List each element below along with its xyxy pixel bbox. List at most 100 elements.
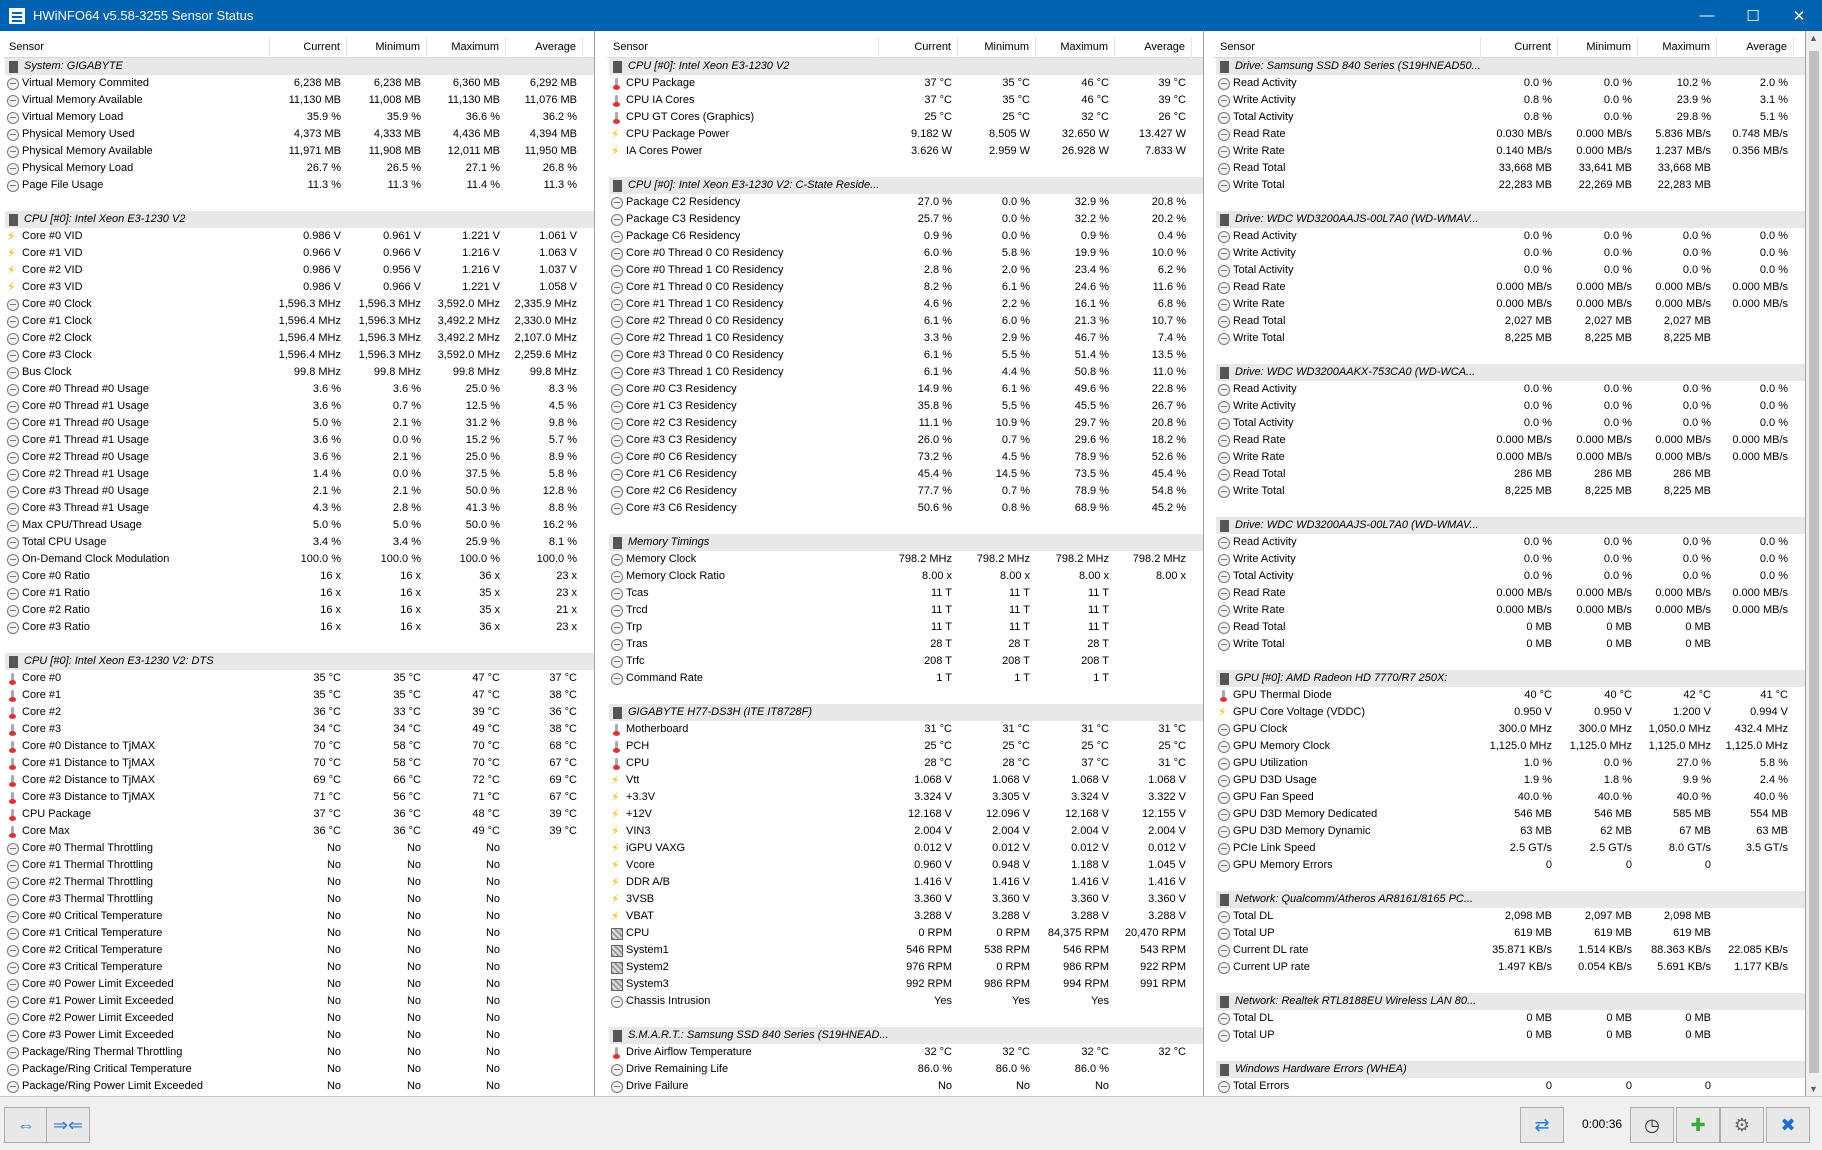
sensor-row[interactable]: GPU Clock 300.0 MHz 300.0 MHz 1,050.0 MHz 43… (1214, 721, 1805, 738)
sensor-row[interactable]: Tras 28 T 28 T 28 T (607, 636, 1203, 653)
sensor-row[interactable]: Core #2 Clock 1,596.4 MHz 1,596.3 MHz 3,492… (3, 330, 594, 347)
sensor-row[interactable]: Core #1 Critical Temperature No No No (3, 925, 594, 942)
sensor-row[interactable]: Core #2 Thermal Throttling No No No (3, 874, 594, 891)
sensor-row[interactable]: Core #2 36 °C 33 °C 39 °C 36 °C (3, 704, 594, 721)
sensor-row[interactable]: Core #2 Power Limit Exceeded No No No (3, 1010, 594, 1027)
sensor-row[interactable]: Core #0 Power Limit Exceeded No No No (3, 976, 594, 993)
sensor-group-header[interactable]: Memory Timings (609, 534, 1203, 551)
sensor-row[interactable]: Write Activity 0.0 % 0.0 % 0.0 % 0.0 % (1214, 398, 1805, 415)
sensor-row[interactable]: Write Activity 0.0 % 0.0 % 0.0 % 0.0 % (1214, 245, 1805, 262)
sensor-row[interactable]: Package/Ring Thermal Throttling No No No (3, 1044, 594, 1061)
sensor-row[interactable]: Write Rate 0.000 MB/s 0.000 MB/s 0.000 MB/s… (1214, 602, 1805, 619)
sensor-row[interactable]: GPU Memory Clock 1,125.0 MHz 1,125.0 MHz 1,… (1214, 738, 1805, 755)
sensor-row[interactable]: Read Total 2,027 MB 2,027 MB 2,027 MB (1214, 313, 1805, 330)
sensor-row[interactable]: Chassis Intrusion Yes Yes Yes (607, 993, 1203, 1010)
sensor-row[interactable]: Read Rate 0.030 MB/s 0.000 MB/s 5.836 MB/s 0… (1214, 126, 1805, 143)
sensor-row[interactable]: GPU Utilization 1.0 % 0.0 % 27.0 % 5.8 % (1214, 755, 1805, 772)
sensor-group-header[interactable]: Drive: WDC WD3200AAKX-753CA0 (WD-WCA... (1216, 364, 1805, 381)
sensor-row[interactable]: Trfc 208 T 208 T 208 T (607, 653, 1203, 670)
sensor-row[interactable]: Write Rate 0.000 MB/s 0.000 MB/s 0.000 MB/s… (1214, 296, 1805, 313)
sensor-row[interactable]: System3 992 RPM 986 RPM 994 RPM 991 RPM (607, 976, 1203, 993)
sensor-row[interactable]: Core #0 Thread 0 C0 Residency 6.0 % 5.8 % 1… (607, 245, 1203, 262)
sensor-row[interactable]: Core #3 Thread #0 Usage 2.1 % 2.1 % 50.0 % 1… (3, 483, 594, 500)
scrollbar-thumb[interactable] (1809, 51, 1819, 1073)
sensor-row[interactable]: Core #1 Power Limit Exceeded No No No (3, 993, 594, 1010)
sensor-row[interactable]: Trcd 11 T 11 T 11 T (607, 602, 1203, 619)
sensor-row[interactable]: Core #1 Clock 1,596.4 MHz 1,596.3 MHz 3,492… (3, 313, 594, 330)
sensor-group-header[interactable]: Network: Qualcomm/Atheros AR8161/8165 PC… (1216, 891, 1805, 908)
sensor-group-header[interactable]: CPU [#0]: Intel Xeon E3-1230 V2: DTS (5, 653, 594, 670)
sensor-group-header[interactable]: Drive: WDC WD3200AAJS-00L7A0 (WD-WMAV... (1216, 517, 1805, 534)
sensor-row[interactable]: Core #2 VID 0.986 V 0.956 V 1.216 V 1.037 V (3, 262, 594, 279)
sensor-row[interactable]: Read Activity 0.0 % 0.0 % 0.0 % 0.0 % (1214, 381, 1805, 398)
sensor-row[interactable]: +3.3V 3.324 V 3.305 V 3.324 V 3.322 V (607, 789, 1203, 806)
sensor-row[interactable]: Core #0 VID 0.986 V 0.961 V 1.221 V 1.061 V (3, 228, 594, 245)
close-button[interactable]: ✕ (1776, 0, 1822, 31)
sensor-row[interactable]: Core #0 Thermal Throttling No No No (3, 840, 594, 857)
column-header-current[interactable]: Current (270, 36, 347, 58)
sensor-row[interactable]: Write Total 8,225 MB 8,225 MB 8,225 MB (1214, 330, 1805, 347)
sensor-row[interactable]: Virtual Memory Available 11,130 MB 11,008 … (3, 92, 594, 109)
sensor-group-header[interactable]: GIGABYTE H77-DS3H (ITE IT8728F) (609, 704, 1203, 721)
sensor-row[interactable]: Core #3 C6 Residency 50.6 % 0.8 % 68.9 % 45.… (607, 500, 1203, 517)
sensor-row[interactable]: Core #3 Ratio 16 x 16 x 36 x 23 x (3, 619, 594, 636)
sensor-row[interactable]: Physical Memory Used 4,373 MB 4,333 MB 4,43… (3, 126, 594, 143)
sensor-row[interactable]: Max CPU/Thread Usage 5.0 % 5.0 % 50.0 % 16.2… (3, 517, 594, 534)
column-header-minimum[interactable]: Minimum (347, 36, 427, 58)
sensor-group-header[interactable]: Drive: WDC WD3200AAJS-00L7A0 (WD-WMAV... (1216, 211, 1805, 228)
sensor-row[interactable]: CPU IA Cores 37 °C 35 °C 46 °C 39 °C (607, 92, 1203, 109)
sensor-row[interactable]: Core #0 Thread #1 Usage 3.6 % 0.7 % 12.5 % 4… (3, 398, 594, 415)
sensor-row[interactable]: PCIe Link Speed 2.5 GT/s 2.5 GT/s 8.0 GT/s 3… (1214, 840, 1805, 857)
sensor-group-header[interactable]: S.M.A.R.T.: Samsung SSD 840 Series (S19H… (609, 1027, 1203, 1044)
sensor-row[interactable]: Core #0 Thread #0 Usage 3.6 % 3.6 % 25.0 % 8… (3, 381, 594, 398)
sensor-row[interactable]: Page File Usage 11.3 % 11.3 % 11.4 % 11.3 % (3, 177, 594, 194)
maximize-button[interactable]: ☐ (1730, 0, 1776, 31)
sensor-row[interactable]: GPU Core Voltage (VDDC) 0.950 V 0.950 V 1.2… (1214, 704, 1805, 721)
sensor-row[interactable]: Core #3 VID 0.986 V 0.966 V 1.221 V 1.058 V (3, 279, 594, 296)
sensor-row[interactable]: Tcas 11 T 11 T 11 T (607, 585, 1203, 602)
sensor-row[interactable]: Core #0 Distance to TjMAX 70 °C 58 °C 70 °C… (3, 738, 594, 755)
sensor-row[interactable]: Core #0 C3 Residency 14.9 % 6.1 % 49.6 % 22.… (607, 381, 1203, 398)
sensor-row[interactable]: Core #3 Thread 0 C0 Residency 6.1 % 5.5 % 5… (607, 347, 1203, 364)
sensor-row[interactable]: Core #3 Critical Temperature No No No (3, 959, 594, 976)
sensor-row[interactable]: Core #2 Thread #0 Usage 3.6 % 2.1 % 25.0 % 8… (3, 449, 594, 466)
sensor-row[interactable]: Core #1 VID 0.966 V 0.966 V 1.216 V 1.063 V (3, 245, 594, 262)
sensor-row[interactable]: Total Activity 0.0 % 0.0 % 0.0 % 0.0 % (1214, 415, 1805, 432)
sensor-row[interactable]: Core #2 Thread #1 Usage 1.4 % 0.0 % 37.5 % 5… (3, 466, 594, 483)
sensor-row[interactable]: Physical Memory Load 26.7 % 26.5 % 27.1 % 26… (3, 160, 594, 177)
sensor-row[interactable]: Read Activity 0.0 % 0.0 % 10.2 % 2.0 % (1214, 75, 1805, 92)
sensor-row[interactable]: CPU Package 37 °C 36 °C 48 °C 39 °C (3, 806, 594, 823)
sensor-row[interactable]: Virtual Memory Commited 6,238 MB 6,238 MB 6… (3, 75, 594, 92)
sensor-row[interactable]: System2 976 RPM 0 RPM 986 RPM 922 RPM (607, 959, 1203, 976)
sensor-row[interactable]: CPU 28 °C 28 °C 37 °C 31 °C (607, 755, 1203, 772)
sensor-row[interactable]: Core #1 C6 Residency 45.4 % 14.5 % 73.5 % 45… (607, 466, 1203, 483)
sensor-row[interactable]: Package C2 Residency 27.0 % 0.0 % 32.9 % 20.… (607, 194, 1203, 211)
sensor-row[interactable]: Read Total 286 MB 286 MB 286 MB (1214, 466, 1805, 483)
sensor-row[interactable]: Current UP rate 1.497 KB/s 0.054 KB/s 5.691… (1214, 959, 1805, 976)
sensor-row[interactable]: Physical Memory Available 11,971 MB 11,908… (3, 143, 594, 160)
sensor-group-header[interactable]: CPU [#0]: Intel Xeon E3-1230 V2: C-State… (609, 177, 1203, 194)
sensor-row[interactable]: CPU Package 37 °C 35 °C 46 °C 39 °C (607, 75, 1203, 92)
sensor-group-header[interactable]: CPU [#0]: Intel Xeon E3-1230 V2 (5, 211, 594, 228)
sensor-row[interactable]: Core #0 Critical Temperature No No No (3, 908, 594, 925)
sensor-row[interactable]: Drive Remaining Life 86.0 % 86.0 % 86.0 % (607, 1061, 1203, 1078)
sensor-row[interactable]: Core #3 Distance to TjMAX 71 °C 56 °C 71 °C… (3, 789, 594, 806)
sensor-row[interactable]: Write Rate 0.000 MB/s 0.000 MB/s 0.000 MB/s… (1214, 449, 1805, 466)
sensor-row[interactable]: IA Cores Power 3.626 W 2.959 W 26.928 W 7.83… (607, 143, 1203, 160)
sensor-row[interactable]: 3VSB 3.360 V 3.360 V 3.360 V 3.360 V (607, 891, 1203, 908)
sensor-row[interactable]: Vtt 1.068 V 1.068 V 1.068 V 1.068 V (607, 772, 1203, 789)
sensor-row[interactable]: GPU D3D Memory Dedicated 546 MB 546 MB 585 … (1214, 806, 1805, 823)
sensor-group-header[interactable]: System: GIGABYTE (5, 58, 594, 75)
sensor-row[interactable]: Virtual Memory Load 35.9 % 35.9 % 36.6 % 36.… (3, 109, 594, 126)
sensor-row[interactable]: GPU Memory Errors 0 0 0 (1214, 857, 1805, 874)
sensor-row[interactable]: Total UP 0 MB 0 MB 0 MB (1214, 1027, 1805, 1044)
sensor-row[interactable]: Core #0 Clock 1,596.3 MHz 1,596.3 MHz 3,592… (3, 296, 594, 313)
sensor-row[interactable]: Package/Ring Power Limit Exceeded No No No (3, 1078, 594, 1095)
sensor-row[interactable]: Drive Airflow Temperature 32 °C 32 °C 32 °C… (607, 1044, 1203, 1061)
sensor-row[interactable]: Memory Clock Ratio 8.00 x 8.00 x 8.00 x 8.00… (607, 568, 1203, 585)
column-header-average[interactable]: Average (1115, 36, 1192, 58)
arrows-collapse-icon[interactable]: ⇒⇐ (46, 1107, 90, 1143)
minimize-button[interactable]: — (1684, 0, 1730, 31)
sensor-row[interactable]: +12V 12.168 V 12.096 V 12.168 V 12.155 V (607, 806, 1203, 823)
sensor-row[interactable]: Memory Clock 798.2 MHz 798.2 MHz 798.2 MHz 7… (607, 551, 1203, 568)
